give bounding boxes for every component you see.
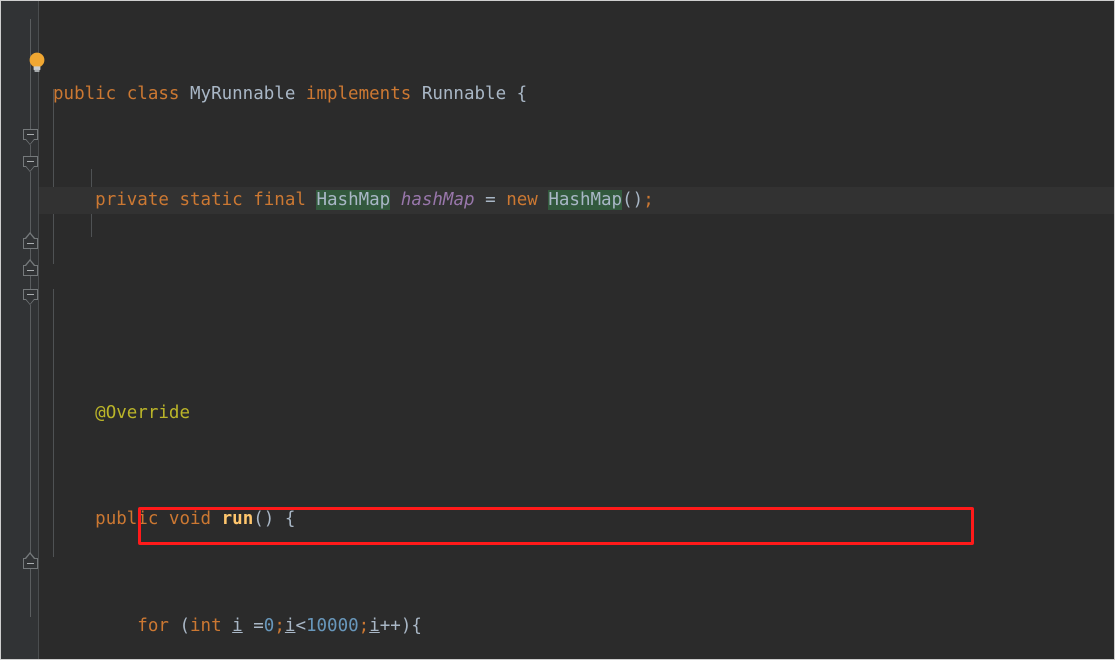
code-content[interactable]: public class MyRunnable implements Runna… bbox=[39, 1, 1114, 659]
fold-marker-dash bbox=[27, 562, 34, 564]
fold-rail-segment bbox=[30, 172, 31, 236]
code-line-5[interactable]: public void run() { bbox=[39, 506, 1114, 533]
fold-marker-tip-inner bbox=[26, 166, 34, 171]
code-line-1[interactable]: public class MyRunnable implements Runna… bbox=[39, 81, 1114, 108]
fold-marker-dash bbox=[27, 160, 34, 162]
code-line-6[interactable]: for (int i =0;i<10000;i++){ bbox=[39, 613, 1114, 640]
fold-marker-tip-inner bbox=[26, 261, 34, 266]
code-line-2[interactable]: private static final HashMap hashMap = n… bbox=[39, 187, 1114, 214]
fold-marker-body bbox=[23, 265, 38, 276]
fold-marker-run-method-end[interactable] bbox=[23, 259, 39, 276]
fold-marker-main-method-start[interactable] bbox=[23, 289, 39, 305]
fold-rail-segment bbox=[30, 87, 31, 131]
fold-marker-for-loop-start[interactable] bbox=[23, 156, 39, 172]
fold-rail-segment bbox=[30, 569, 31, 617]
fold-marker-body bbox=[23, 558, 38, 569]
code-editor-screenshot: public class MyRunnable implements Runna… bbox=[0, 0, 1115, 660]
fold-marker-tip-inner bbox=[26, 139, 34, 144]
fold-marker-tip-inner bbox=[26, 234, 34, 239]
code-line-4[interactable]: @Override bbox=[39, 400, 1114, 427]
fold-marker-dash bbox=[27, 269, 34, 271]
fold-marker-main-method-end[interactable] bbox=[23, 552, 39, 569]
fold-marker-dash bbox=[27, 242, 34, 244]
fold-marker-tip-inner bbox=[26, 554, 34, 559]
fold-rail-segment bbox=[30, 305, 31, 558]
fold-marker-run-method-start[interactable] bbox=[23, 129, 39, 145]
code-line-3-blank[interactable] bbox=[39, 294, 1114, 321]
fold-marker-body bbox=[23, 238, 38, 249]
fold-marker-dash bbox=[27, 133, 34, 135]
fold-marker-for-loop-end[interactable] bbox=[23, 232, 39, 249]
fold-marker-tip-inner bbox=[26, 299, 34, 304]
fold-marker-dash bbox=[27, 293, 34, 295]
